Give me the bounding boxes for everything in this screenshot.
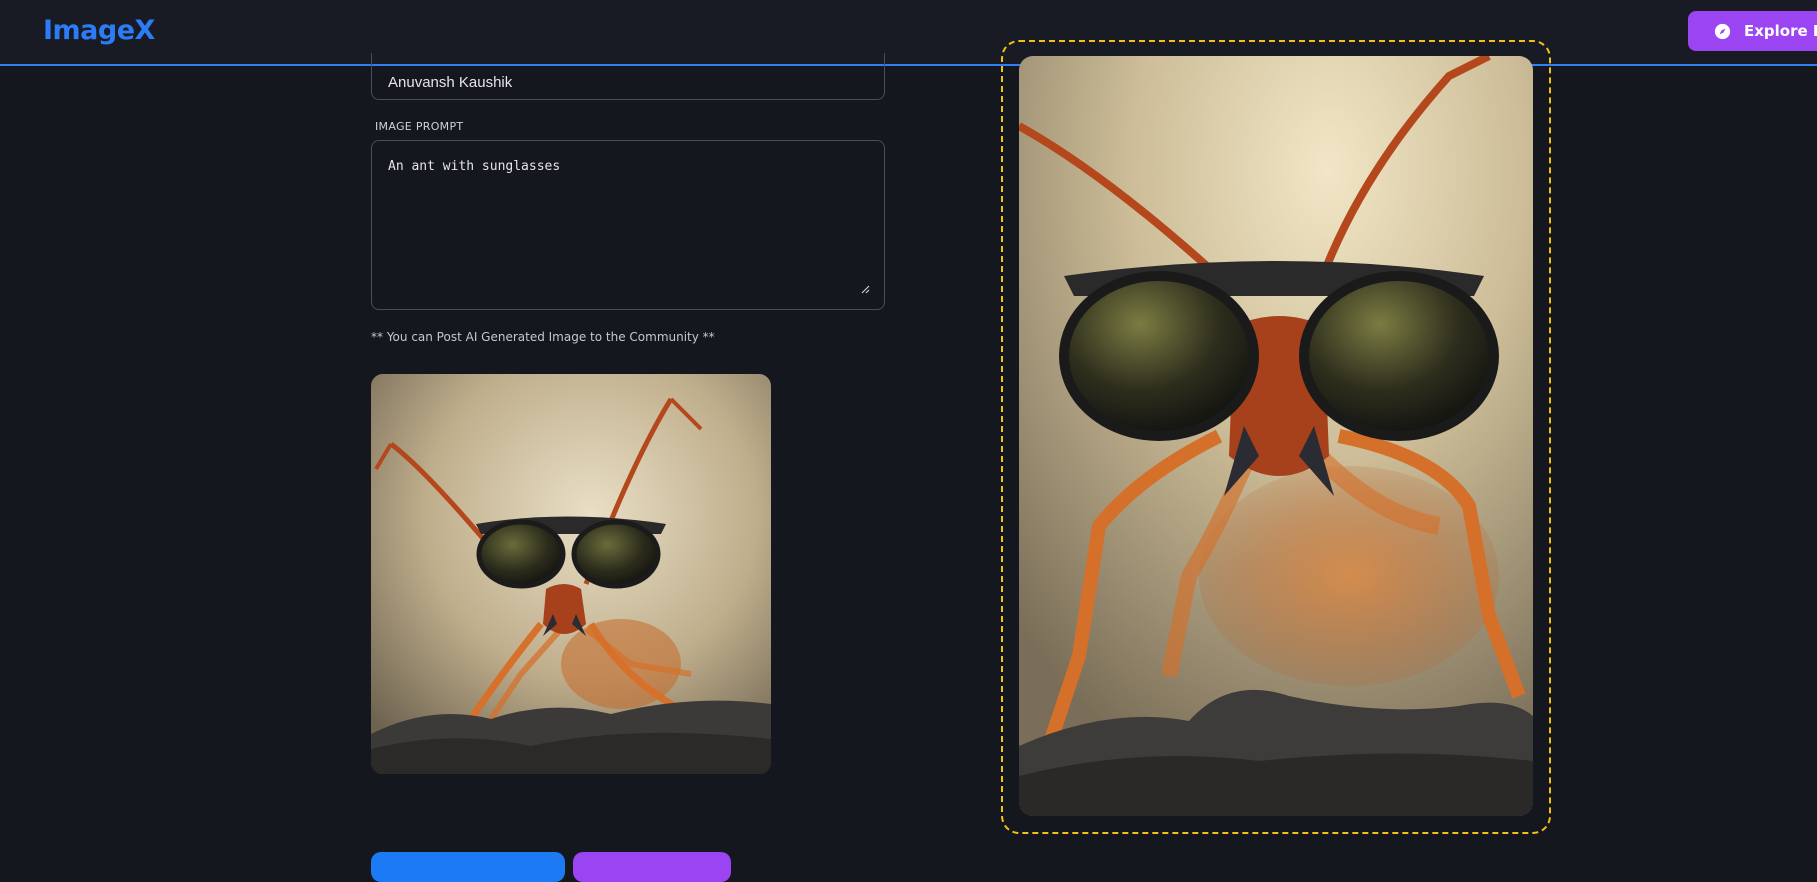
generated-image-thumbnail[interactable] <box>371 374 771 774</box>
author-name-input[interactable] <box>371 53 885 100</box>
logo[interactable]: ImageX <box>43 15 155 46</box>
prompt-textarea[interactable]: An ant with sunglasses <box>371 140 885 310</box>
community-hint: ** You can Post AI Generated Image to th… <box>371 330 715 344</box>
explore-posts-label: Explore Posts <box>1744 22 1817 40</box>
explore-posts-button[interactable]: Explore Posts <box>1688 11 1817 51</box>
generated-image-preview <box>1019 56 1533 816</box>
resize-handle-icon[interactable] <box>860 284 870 294</box>
generate-image-button[interactable] <box>371 852 565 882</box>
post-image-button[interactable] <box>573 852 731 882</box>
compass-icon <box>1714 23 1731 40</box>
prompt-label: IMAGE PROMPT <box>375 120 464 133</box>
